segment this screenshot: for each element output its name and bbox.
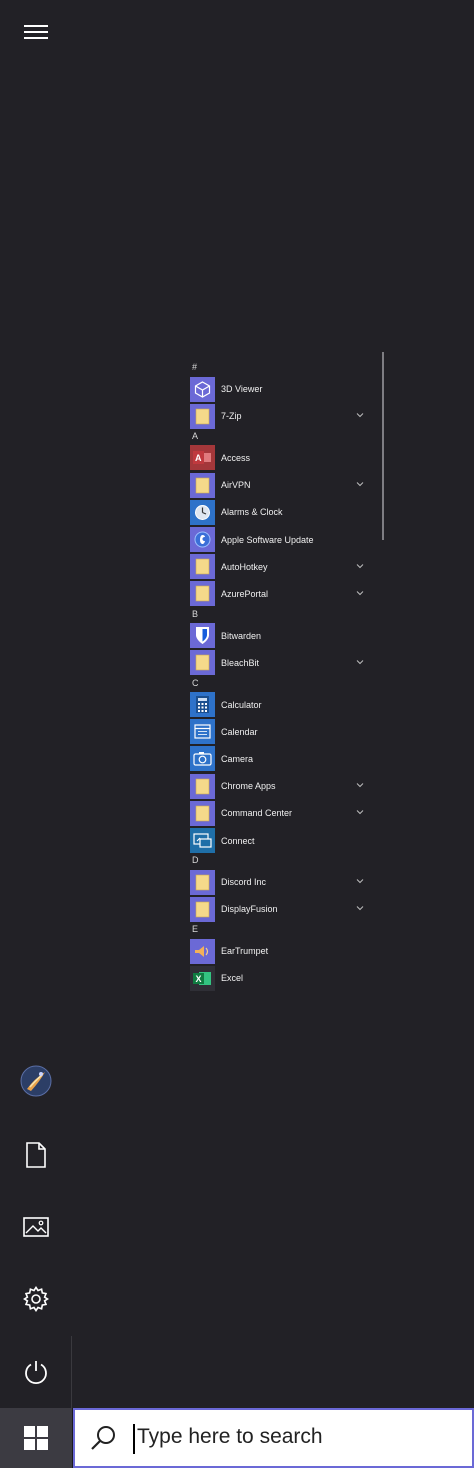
folder-icon [190,869,215,895]
app-list-item[interactable]: Camera [190,746,375,772]
camera-icon [190,746,215,772]
documents-icon [26,1142,46,1168]
pictures-icon [23,1217,49,1237]
app-list-item[interactable]: Apple Software Update [190,527,375,553]
access-icon: A [190,445,215,471]
folder-icon [190,403,215,429]
app-list-item[interactable]: Bitwarden [190,623,375,649]
app-name: BleachBit [221,657,260,668]
app-name: Apple Software Update [221,534,314,545]
apple-update-icon [190,527,215,552]
app-name: Discord Inc [221,877,267,888]
start-button[interactable] [0,1408,72,1468]
hamburger-menu-button[interactable] [0,0,72,64]
connect-icon [190,828,215,853]
folder-icon [190,581,215,607]
group-header[interactable]: D [192,855,199,865]
user-avatar [20,1065,52,1097]
chevron-down-icon [356,810,364,815]
start-menu-rail [0,0,72,1408]
app-list-item[interactable]: Connect [190,828,375,854]
chevron-down-icon [356,879,364,884]
chevron-down-icon [356,783,364,788]
app-name: 7-Zip [221,411,242,422]
calendar-icon [190,719,215,745]
group-header[interactable]: # [192,362,197,372]
user-account-button[interactable] [0,1049,72,1113]
app-list-item[interactable]: AzurePortal [190,581,375,607]
app-name: Excel [221,973,244,984]
folder-icon [190,773,215,799]
app-list-item[interactable]: X Excel [190,965,375,991]
group-header[interactable]: B [192,609,198,619]
calculator-icon [190,692,215,717]
app-list-scrollbar[interactable] [382,352,384,540]
app-name: Calculator [221,699,262,710]
folder-icon [190,896,215,922]
pictures-button[interactable] [0,1195,72,1259]
app-list-item[interactable]: Calendar [190,719,375,745]
app-list-item[interactable]: EarTrumpet [190,938,375,964]
app-name: AirVPN [221,480,251,491]
documents-button[interactable] [0,1123,72,1187]
app-name: AzurePortal [221,588,269,599]
taskbar-search-box[interactable]: Type here to search [73,1408,474,1468]
eartrumpet-icon [190,938,215,964]
excel-icon: X [190,965,215,991]
text-caret [133,1424,135,1454]
app-name: Command Center [221,808,293,819]
chevron-down-icon [356,906,364,911]
app-name: Access [221,452,251,463]
chevron-down-icon [356,413,364,418]
group-header[interactable]: C [192,678,199,688]
bitwarden-icon [190,623,215,649]
app-list-item[interactable]: Alarms & Clock [190,499,375,525]
chevron-down-icon [356,591,364,596]
search-icon [91,1426,115,1450]
app-list-item[interactable]: AutoHotkey [190,554,375,580]
app-list-item[interactable]: BleachBit [190,650,375,676]
chevron-down-icon [356,482,364,487]
power-button[interactable] [0,1340,71,1404]
svg-text:A: A [195,453,202,463]
folder-icon [190,472,215,498]
app-list-item[interactable]: AirVPN [190,472,375,498]
power-section [0,1336,72,1408]
app-list-item[interactable]: 7-Zip [190,403,375,429]
app-list-item[interactable]: Discord Inc [190,869,375,895]
app-name: 3D Viewer [221,384,263,394]
group-header[interactable]: A [192,431,198,441]
svg-text:X: X [196,974,202,984]
alarm-clock-icon [190,499,215,525]
folder-icon [190,554,215,580]
app-list-item[interactable]: Chrome Apps [190,773,375,799]
app-list-item[interactable]: 3D Viewer [190,376,375,402]
app-name: Chrome Apps [221,781,276,792]
app-list-item[interactable]: A Access [190,445,375,471]
app-name: DisplayFusion [221,904,278,915]
power-icon [24,1361,47,1385]
settings-gear-icon [23,1286,49,1312]
app-name: Connect [221,835,255,846]
settings-button[interactable] [0,1267,72,1331]
3d-viewer-icon [190,376,215,402]
chevron-down-icon [356,563,364,568]
folder-icon [190,650,215,676]
app-name: Camera [221,753,254,764]
windows-logo-icon [24,1426,48,1450]
hamburger-menu-icon [24,25,48,39]
search-placeholder: Type here to search [137,1425,323,1448]
app-name: Bitwarden [221,630,262,641]
app-name: Alarms & Clock [221,507,283,518]
app-list-item[interactable]: Command Center [190,800,375,826]
app-list-item[interactable]: Calculator [190,692,375,718]
chevron-down-icon [356,659,364,665]
app-name: EarTrumpet [221,946,269,957]
app-list-item[interactable]: DisplayFusion [190,896,375,922]
folder-icon [190,800,215,826]
app-name: AutoHotkey [221,561,268,572]
group-header[interactable]: E [192,924,198,934]
app-name: Calendar [221,726,258,737]
taskbar: Type here to search [0,1408,474,1468]
